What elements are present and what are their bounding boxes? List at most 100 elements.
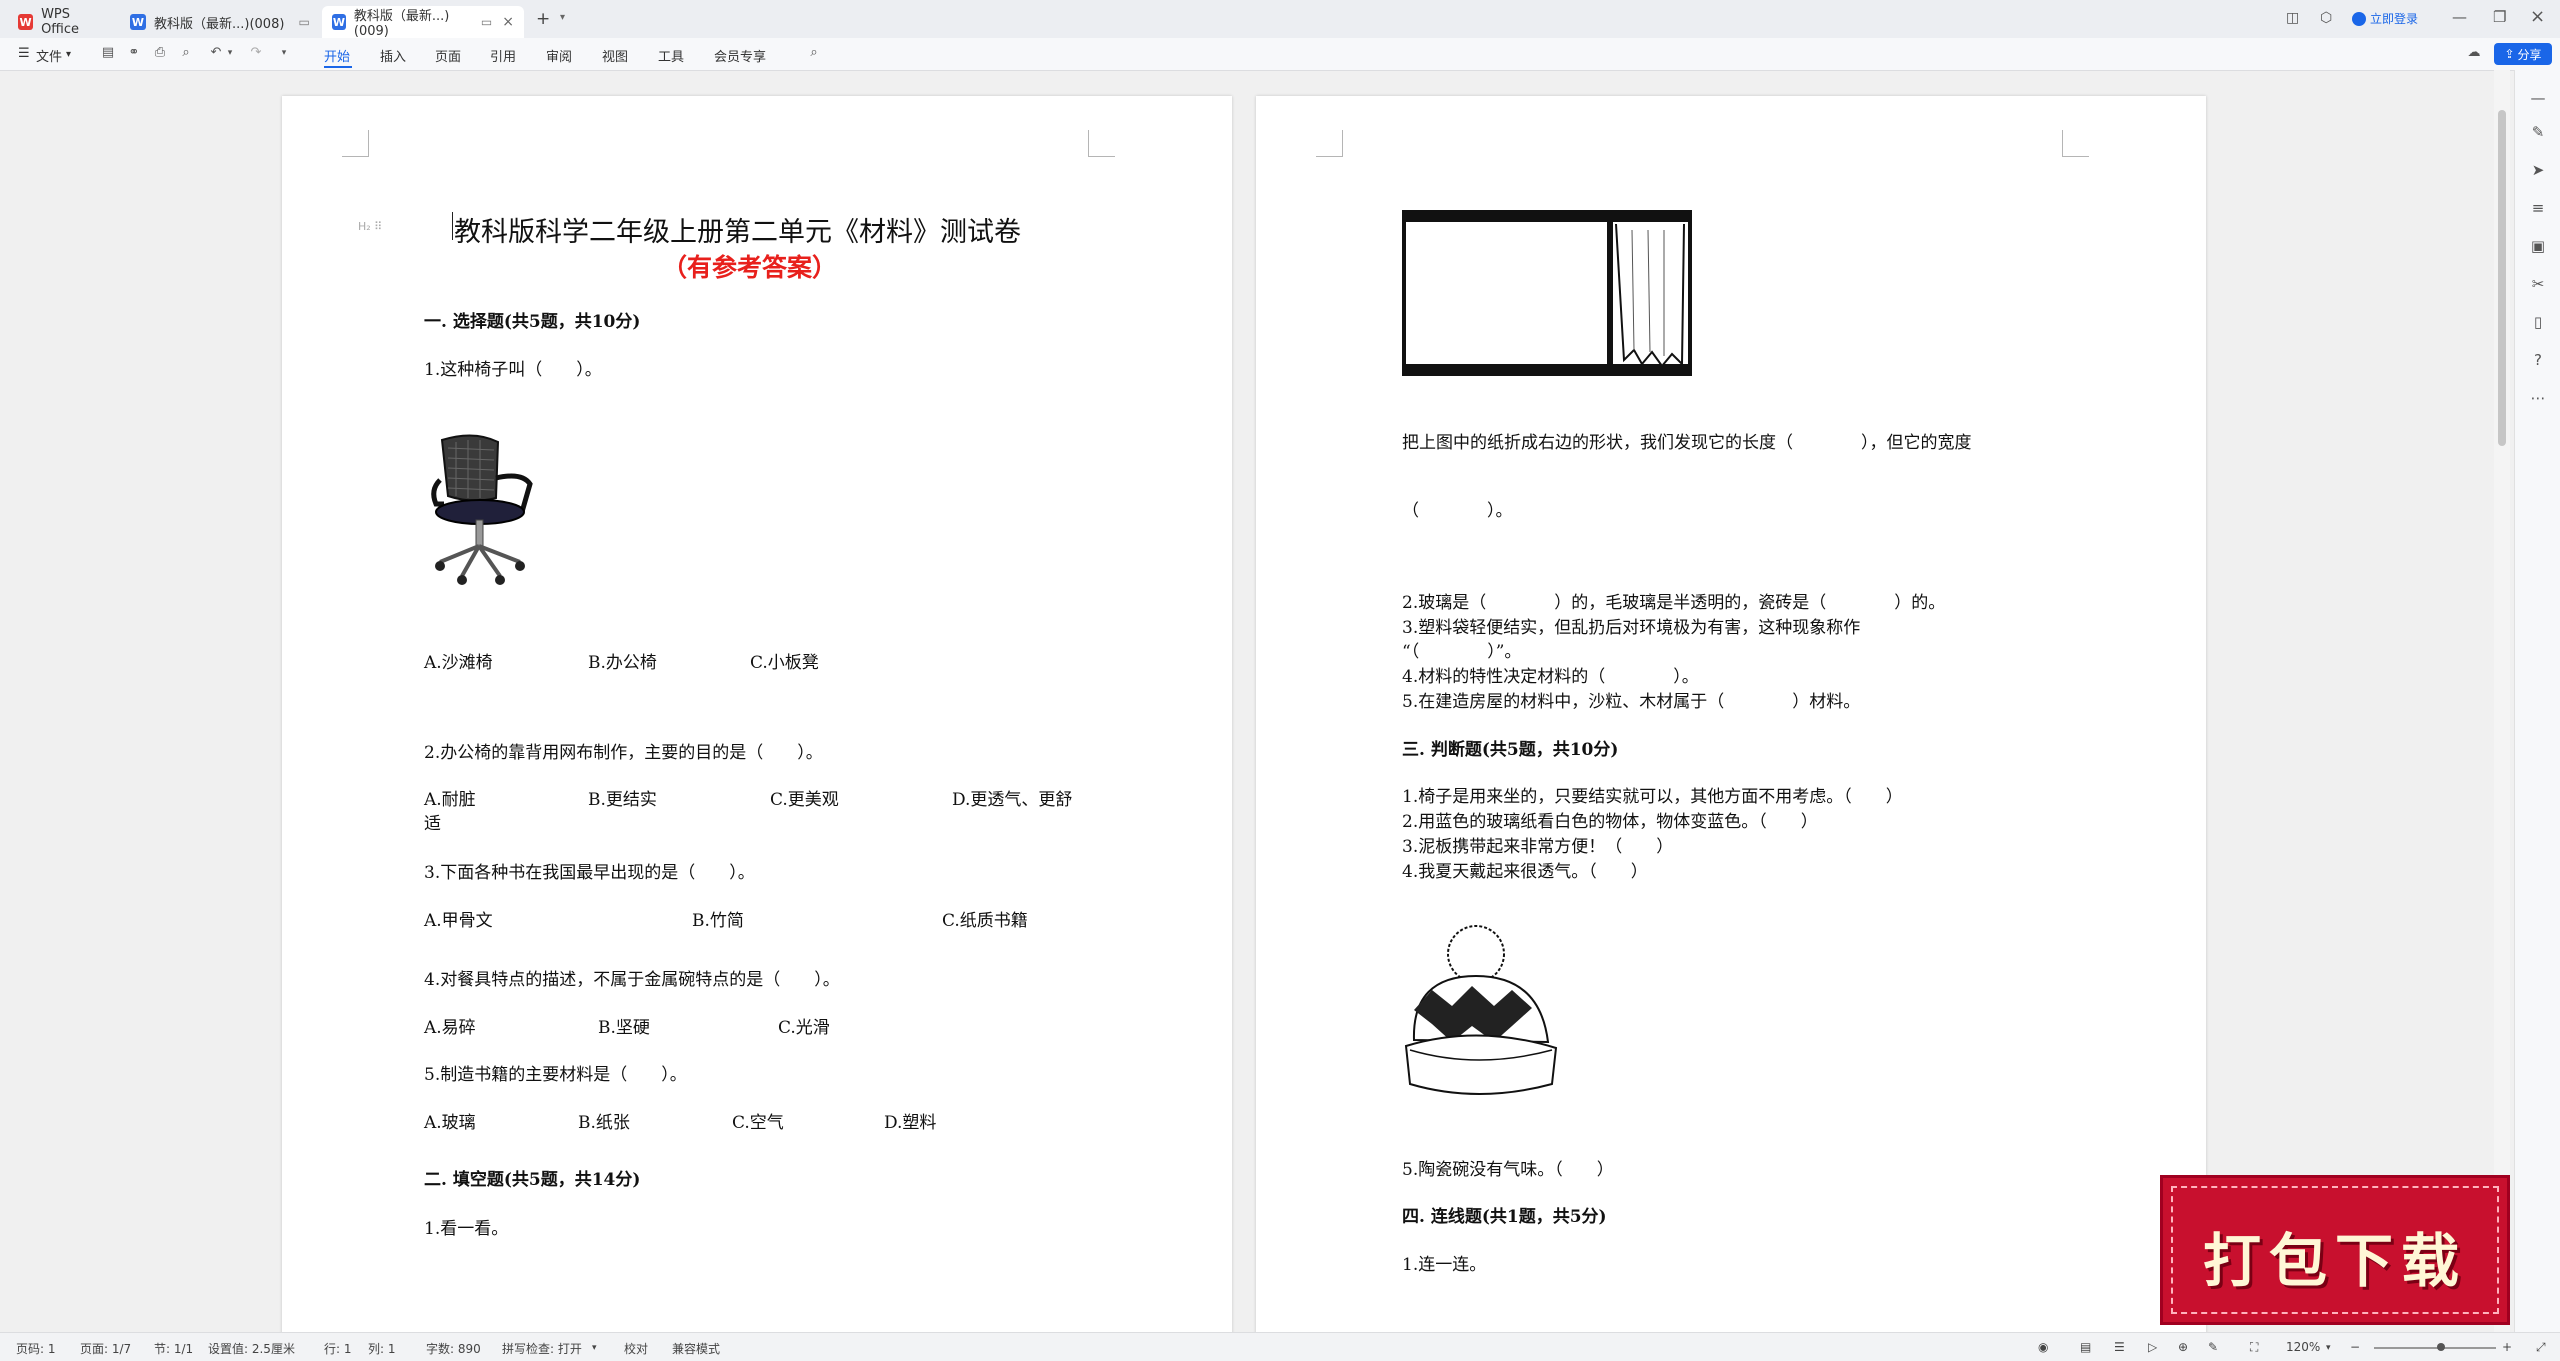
option-c[interactable]: C.空气	[732, 1108, 784, 1133]
option-d[interactable]: D.更透气、更舒	[952, 785, 1072, 810]
tab-document-008[interactable]: W 教科版（最新...)(008) ▭	[120, 6, 320, 38]
link-icon[interactable]: ⚭	[126, 45, 142, 61]
scrollbar-thumb[interactable]	[2498, 110, 2506, 446]
option-wrap[interactable]: 适	[424, 809, 441, 834]
help-icon[interactable]: ?	[2528, 350, 2548, 370]
option-a[interactable]: A.沙滩椅	[424, 648, 493, 673]
pen-icon[interactable]: ✎	[2208, 1340, 2218, 1354]
tab-reference[interactable]: 引用	[490, 46, 516, 65]
option-b[interactable]: B.坚硬	[598, 1013, 650, 1038]
option-b[interactable]: B.办公椅	[588, 648, 657, 673]
question-text[interactable]: 1.椅子是用来坐的，只要结实就可以，其他方面不用考虑。（ ）	[1402, 782, 1903, 807]
chevron-down-icon[interactable]: ▾	[276, 45, 292, 61]
zoom-level[interactable]: 120%	[2286, 1340, 2320, 1354]
question-text[interactable]: “（ ）”。	[1402, 637, 1521, 662]
question-text[interactable]: 5.陶瓷碗没有气味。（ ）	[1402, 1155, 1614, 1180]
chevron-down-icon[interactable]: ▾	[2326, 1343, 2331, 1353]
option-a[interactable]: A.甲骨文	[424, 906, 493, 931]
tab-member[interactable]: 会员专享	[714, 46, 766, 65]
question-text[interactable]: 5.制造书籍的主要材料是（ ）。	[424, 1060, 687, 1085]
restore-icon[interactable]: ❐	[2493, 8, 2506, 26]
status-pages[interactable]: 页面: 1/7	[80, 1340, 131, 1357]
status-compat-mode[interactable]: 兼容模式	[672, 1340, 720, 1357]
status-spell-check[interactable]: 拼写检查: 打开	[502, 1340, 582, 1357]
expand-icon[interactable]: ⤢	[2536, 1340, 2546, 1355]
new-tab-icon[interactable]: +	[536, 9, 550, 29]
tab-wps-office[interactable]: W WPS Office	[8, 6, 118, 38]
adjust-icon[interactable]: ≡	[2528, 198, 2548, 218]
question-text[interactable]: 3.下面各种书在我国最早出现的是（ ）。	[424, 858, 755, 883]
status-column[interactable]: 列: 1	[368, 1340, 396, 1357]
question-text[interactable]: 1.连一连。	[1402, 1250, 1486, 1275]
print-preview-icon[interactable]: ⌕	[178, 45, 194, 61]
zoom-out-icon[interactable]: −	[2350, 1340, 2360, 1354]
tab-home[interactable]: 开始	[324, 46, 350, 65]
status-page-number[interactable]: 页码: 1	[16, 1340, 56, 1357]
share-button[interactable]: ⇪ 分享	[2494, 43, 2552, 65]
status-row[interactable]: 行: 1	[324, 1340, 352, 1357]
tools-icon[interactable]: ✂	[2528, 274, 2548, 294]
question-text[interactable]: 3.泥板携带起来非常方便！（ ）	[1402, 832, 1673, 857]
tab-insert[interactable]: 插入	[380, 46, 406, 65]
section-heading[interactable]: 二. 填空题(共5题，共14分)	[424, 1165, 640, 1190]
status-setting[interactable]: 设置值: 2.5厘米	[208, 1340, 295, 1357]
option-a[interactable]: A.易碎	[424, 1013, 476, 1038]
file-menu[interactable]: 文件	[36, 46, 62, 65]
save-icon[interactable]: ▤	[100, 45, 116, 61]
zoom-in-icon[interactable]: +	[2502, 1340, 2512, 1354]
close-window-icon[interactable]: ×	[2530, 6, 2545, 27]
question-text[interactable]: 把上图中的纸折成右边的形状，我们发现它的长度（ ），但它的宽度	[1402, 428, 1972, 453]
menu-icon[interactable]: ☰	[18, 46, 30, 61]
cloud-icon[interactable]: ☁	[2466, 45, 2482, 61]
outline-view-icon[interactable]: ☰	[2114, 1340, 2125, 1354]
pen-icon[interactable]: ✎	[2528, 122, 2548, 142]
question-text[interactable]: 2.办公椅的靠背用网布制作，主要的目的是（ ）。	[424, 738, 823, 763]
minimize-icon[interactable]: —	[2452, 8, 2467, 26]
option-c[interactable]: C.纸质书籍	[942, 906, 1028, 931]
tab-tools[interactable]: 工具	[658, 46, 684, 65]
option-b[interactable]: B.纸张	[578, 1108, 630, 1133]
play-icon[interactable]: ▷	[2148, 1340, 2157, 1354]
chevron-down-icon[interactable]: ▾	[222, 45, 238, 61]
option-a[interactable]: A.玻璃	[424, 1108, 476, 1133]
question-text[interactable]: 3.塑料袋轻便结实，但乱扔后对环境极为有害，这种现象称作	[1402, 613, 1860, 638]
fit-page-icon[interactable]: ⛶	[2250, 1340, 2258, 1355]
close-tab-icon[interactable]: ×	[502, 14, 514, 30]
cursor-icon[interactable]: ➤	[2528, 160, 2548, 180]
zoom-slider-knob[interactable]	[2437, 1343, 2446, 1351]
page-view-icon[interactable]: ▤	[2080, 1340, 2091, 1354]
status-proofread[interactable]: 校对	[624, 1340, 648, 1357]
option-d[interactable]: D.塑料	[884, 1108, 936, 1133]
section-heading[interactable]: 一. 选择题(共5题，共10分)	[424, 307, 640, 332]
chevron-down-icon[interactable]: ▾	[592, 1343, 597, 1353]
status-word-count[interactable]: 字数: 890	[426, 1340, 481, 1357]
zoom-slider[interactable]	[2374, 1343, 2496, 1351]
download-banner[interactable]: 打包下载	[2160, 1175, 2510, 1325]
layout-icon[interactable]: ◫	[2286, 10, 2299, 26]
book-icon[interactable]: ▯	[2528, 312, 2548, 332]
eye-icon[interactable]: ◉	[2038, 1340, 2048, 1354]
option-b[interactable]: B.竹简	[692, 906, 744, 931]
web-view-icon[interactable]: ⊕	[2178, 1340, 2188, 1354]
document-subtitle[interactable]: （有参考答案）	[662, 248, 837, 284]
question-text[interactable]: 1.这种椅子叫（ ）。	[424, 355, 602, 380]
question-text[interactable]: 5.在建造房屋的材料中，沙粒、木材属于（ ）材料。	[1402, 687, 1860, 712]
option-c[interactable]: C.小板凳	[750, 648, 819, 673]
chevron-down-icon[interactable]: ▾	[560, 12, 565, 23]
tab-view[interactable]: 视图	[602, 46, 628, 65]
question-text[interactable]: 4.材料的特性决定材料的（ ）。	[1402, 662, 1699, 687]
question-text[interactable]: （ ）。	[1402, 496, 1513, 521]
option-c[interactable]: C.光滑	[778, 1013, 830, 1038]
question-text[interactable]: 1.看一看。	[424, 1214, 508, 1239]
question-text[interactable]: 2.玻璃是（ ）的，毛玻璃是半透明的，瓷砖是（ ）的。	[1402, 588, 1945, 613]
option-c[interactable]: C.更美观	[770, 785, 839, 810]
cube-icon[interactable]: ⬡	[2320, 10, 2332, 26]
login-button[interactable]: 立即登录	[2352, 10, 2418, 27]
image-edit-icon[interactable]: ▣	[2528, 236, 2548, 256]
question-text[interactable]: 4.我夏天戴起来很透气。（ ）	[1402, 857, 1648, 882]
print-icon[interactable]: ⎙	[152, 45, 168, 61]
tab-document-009[interactable]: W 教科版（最新...)(009) ▭ ×	[322, 6, 524, 39]
question-text[interactable]: 4.对餐具特点的描述，不属于金属碗特点的是（ ）。	[424, 965, 840, 990]
vertical-scrollbar[interactable]	[2494, 70, 2510, 1332]
section-heading[interactable]: 三. 判断题(共5题，共10分)	[1402, 735, 1618, 760]
